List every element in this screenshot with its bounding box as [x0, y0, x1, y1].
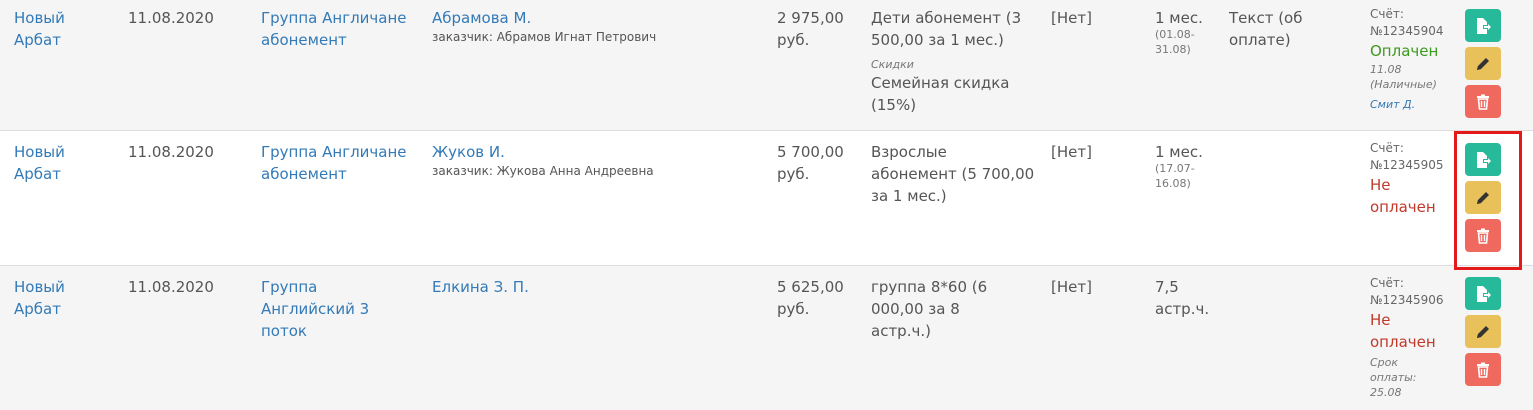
invoice-label: Счёт: [1370, 141, 1404, 155]
table-row: Новый Арбат 11.08.2020 Группа Английский… [0, 266, 1533, 410]
status-detail: Срок оплаты: 25.08 [1370, 356, 1417, 399]
group-link[interactable]: Группа Англичане абонемент [261, 9, 407, 49]
branch-link[interactable]: Новый Арбат [14, 143, 65, 183]
invoice-label: Счёт: [1370, 7, 1404, 21]
invoice-number: №12345906 [1370, 293, 1444, 307]
student-link[interactable]: Елкина З. П. [432, 278, 529, 296]
customer-text: заказчик: Жукова Анна Андреевна [432, 164, 654, 178]
invoice-label: Счёт: [1370, 276, 1404, 290]
amount-cell: 2 975,00 руб. [777, 9, 844, 49]
note-cell: Текст (об оплате) [1229, 9, 1303, 49]
date-cell: 11.08.2020 [128, 143, 214, 161]
status-badge: Не оплачен [1370, 176, 1436, 216]
discount-text: Семейная скидка (15%) [871, 74, 1010, 114]
pay-button[interactable] [1465, 9, 1501, 42]
group-link[interactable]: Группа Английский 3 поток [261, 278, 369, 340]
table-row: Новый Арбат 11.08.2020 Группа Англичане … [0, 0, 1533, 131]
tariff-text: группа 8*60 (6 000,00 за 8 астр.ч.) [871, 278, 988, 340]
trash-icon [1477, 228, 1489, 244]
pencil-icon [1477, 57, 1489, 70]
period-text: 1 мес. [1155, 9, 1203, 27]
pay-button[interactable] [1465, 143, 1501, 176]
customer-text: заказчик: Абрамов Игнат Петрович [432, 30, 657, 44]
edit-button[interactable] [1465, 47, 1501, 80]
branch-link[interactable]: Новый Арбат [14, 278, 65, 318]
period-text: 1 мес. [1155, 143, 1203, 161]
period-range: (01.08-31.08) [1155, 28, 1195, 56]
none-cell: [Нет] [1051, 278, 1092, 296]
period-text: 7,5 астр.ч. [1155, 278, 1210, 318]
none-cell: [Нет] [1051, 9, 1092, 27]
period-range: (17.07-16.08) [1155, 162, 1195, 190]
edit-button[interactable] [1465, 181, 1501, 214]
trash-icon [1477, 362, 1489, 378]
file-export-icon [1477, 285, 1491, 302]
student-link[interactable]: Жуков И. [432, 143, 505, 161]
delete-button[interactable] [1465, 85, 1501, 118]
status-badge: Не оплачен [1370, 311, 1436, 351]
tariff-text: Дети абонемент (3 500,00 за 1 мес.) [871, 9, 1022, 49]
invoice-number: №12345905 [1370, 158, 1444, 172]
amount-cell: 5 700,00 руб. [777, 143, 844, 183]
amount-cell: 5 625,00 руб. [777, 278, 844, 318]
tariff-text: Взрослые абонемент (5 700,00 за 1 мес.) [871, 143, 1035, 205]
none-cell: [Нет] [1051, 143, 1092, 161]
delete-button[interactable] [1465, 219, 1501, 252]
pay-button[interactable] [1465, 277, 1501, 310]
delete-button[interactable] [1465, 353, 1501, 386]
trash-icon [1477, 94, 1489, 110]
branch-link[interactable]: Новый Арбат [14, 9, 65, 49]
invoice-number: №12345904 [1370, 24, 1444, 38]
date-cell: 11.08.2020 [128, 9, 214, 27]
file-export-icon [1477, 17, 1491, 34]
edit-button[interactable] [1465, 315, 1501, 348]
date-cell: 11.08.2020 [128, 278, 214, 296]
file-export-icon [1477, 151, 1491, 168]
student-link[interactable]: Абрамова М. [432, 9, 531, 27]
discount-label: Скидки [871, 58, 914, 71]
status-user-link[interactable]: Смит Д. [1370, 98, 1415, 111]
status-badge: Оплачен [1370, 42, 1439, 60]
pencil-icon [1477, 191, 1489, 204]
status-detail: 11.08 (Наличные) [1370, 63, 1437, 91]
group-link[interactable]: Группа Англичане абонемент [261, 143, 407, 183]
pencil-icon [1477, 325, 1489, 338]
table-row: Новый Арбат 11.08.2020 Группа Англичане … [0, 131, 1533, 266]
